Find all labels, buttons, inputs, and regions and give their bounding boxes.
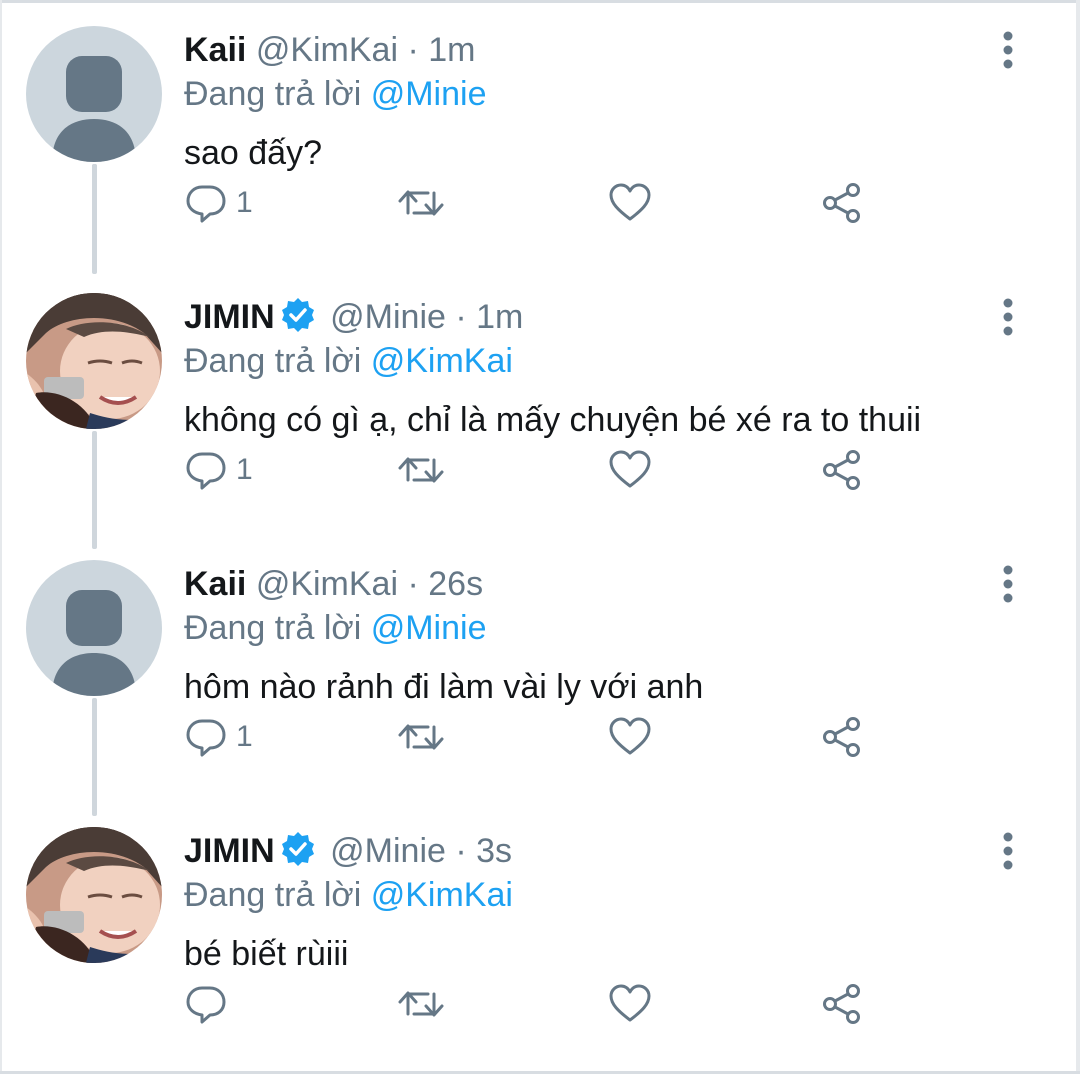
share-button[interactable] [820, 979, 864, 1029]
share-button[interactable] [820, 712, 864, 762]
more-options-icon[interactable] [994, 564, 1022, 604]
replying-to: Đang trả lời @Minie [184, 72, 486, 116]
retweet-icon [396, 982, 446, 1026]
tweet-header: Kaii @KimKai · 1m [184, 28, 476, 72]
more-options-icon[interactable] [994, 831, 1022, 871]
separator-dot: · [455, 298, 467, 336]
like-button[interactable] [608, 178, 652, 228]
replying-to-label: Đang trả lời [184, 876, 362, 914]
tweet-text: không có gì ạ, chỉ là mấy chuyện bé xé r… [184, 401, 922, 439]
mention-link[interactable]: @KimKai [371, 342, 513, 380]
reply-count: 1 [236, 453, 253, 486]
default-avatar[interactable] [26, 26, 162, 162]
more-options-icon[interactable] [994, 30, 1022, 70]
tweet-actions [184, 979, 884, 1029]
retweet-icon [396, 448, 446, 492]
replying-to: Đang trả lời @Minie [184, 606, 486, 650]
reply-icon [184, 181, 228, 225]
photo-avatar[interactable] [26, 293, 162, 429]
retweet-icon [396, 715, 446, 759]
replying-to: Đang trả lời @KimKai [184, 339, 513, 383]
replying-to-label: Đang trả lời [184, 342, 362, 380]
verified-badge-icon [279, 296, 317, 345]
user-handle[interactable]: @Minie [330, 298, 446, 336]
mention-link[interactable]: @Minie [371, 609, 487, 647]
tweet[interactable]: JIMIN @Minie · 3s Đang trả lời @KimKai b… [0, 801, 1080, 1068]
thread-line [92, 431, 97, 549]
display-name[interactable]: JIMIN [184, 832, 275, 870]
tweet-header: JIMIN @Minie · 1m [184, 295, 523, 339]
heart-icon [608, 181, 652, 225]
reply-button[interactable]: 1 [184, 445, 253, 495]
reply-count: 1 [236, 720, 253, 753]
heart-icon [608, 982, 652, 1026]
tweet-actions: 1 [184, 445, 884, 495]
share-icon [820, 181, 864, 225]
timestamp[interactable]: 26s [428, 565, 483, 603]
replying-to-label: Đang trả lời [184, 75, 362, 113]
tweet-text: sao đấy? [184, 134, 322, 172]
retweet-button[interactable] [396, 979, 446, 1029]
display-name[interactable]: Kaii [184, 565, 246, 603]
user-handle[interactable]: @Minie [330, 832, 446, 870]
tweet-text: bé biết rùiii [184, 935, 349, 973]
share-icon [820, 448, 864, 492]
retweet-button[interactable] [396, 445, 446, 495]
mention-link[interactable]: @KimKai [371, 876, 513, 914]
replying-to: Đang trả lời @KimKai [184, 873, 513, 917]
display-name[interactable]: JIMIN [184, 298, 275, 336]
tweet[interactable]: Kaii @KimKai · 26s Đang trả lời @Minie h… [0, 534, 1080, 816]
user-handle[interactable]: @KimKai [256, 31, 398, 69]
share-button[interactable] [820, 178, 864, 228]
heart-icon [608, 448, 652, 492]
separator-dot: · [407, 31, 419, 69]
tweet-actions: 1 [184, 178, 884, 228]
like-button[interactable] [608, 979, 652, 1029]
reply-button[interactable]: 1 [184, 178, 253, 228]
display-name[interactable]: Kaii [184, 31, 246, 69]
separator-dot: · [455, 832, 467, 870]
share-button[interactable] [820, 445, 864, 495]
tweet[interactable]: JIMIN @Minie · 1m Đang trả lời @KimKai k… [0, 164, 1080, 549]
separator-dot: · [407, 565, 419, 603]
tweet-header: Kaii @KimKai · 26s [184, 562, 483, 606]
timestamp[interactable]: 1m [428, 31, 475, 69]
default-avatar[interactable] [26, 560, 162, 696]
share-icon [820, 715, 864, 759]
replying-to-label: Đang trả lời [184, 609, 362, 647]
tweet-text: hôm nào rảnh đi làm vài ly với anh [184, 668, 704, 706]
tweet-actions: 1 [184, 712, 884, 762]
user-handle[interactable]: @KimKai [256, 565, 398, 603]
reply-icon [184, 982, 228, 1026]
like-button[interactable] [608, 712, 652, 762]
tweet[interactable]: Kaii @KimKai · 1m Đang trả lời @Minie sa… [0, 0, 1080, 274]
heart-icon [608, 715, 652, 759]
retweet-button[interactable] [396, 178, 446, 228]
reply-icon [184, 448, 228, 492]
share-icon [820, 982, 864, 1026]
timestamp[interactable]: 3s [476, 832, 512, 870]
verified-badge-icon [279, 830, 317, 879]
thread-line [92, 164, 97, 188]
reply-count: 1 [236, 186, 253, 219]
mention-link[interactable]: @Minie [371, 75, 487, 113]
reply-icon [184, 715, 228, 759]
retweet-icon [396, 181, 446, 225]
thread-line [92, 698, 97, 816]
photo-avatar[interactable] [26, 827, 162, 963]
tweet-header: JIMIN @Minie · 3s [184, 829, 512, 873]
reply-button[interactable]: 1 [184, 712, 253, 762]
more-options-icon[interactable] [994, 297, 1022, 337]
like-button[interactable] [608, 445, 652, 495]
retweet-button[interactable] [396, 712, 446, 762]
reply-button[interactable] [184, 979, 236, 1029]
timestamp[interactable]: 1m [476, 298, 523, 336]
